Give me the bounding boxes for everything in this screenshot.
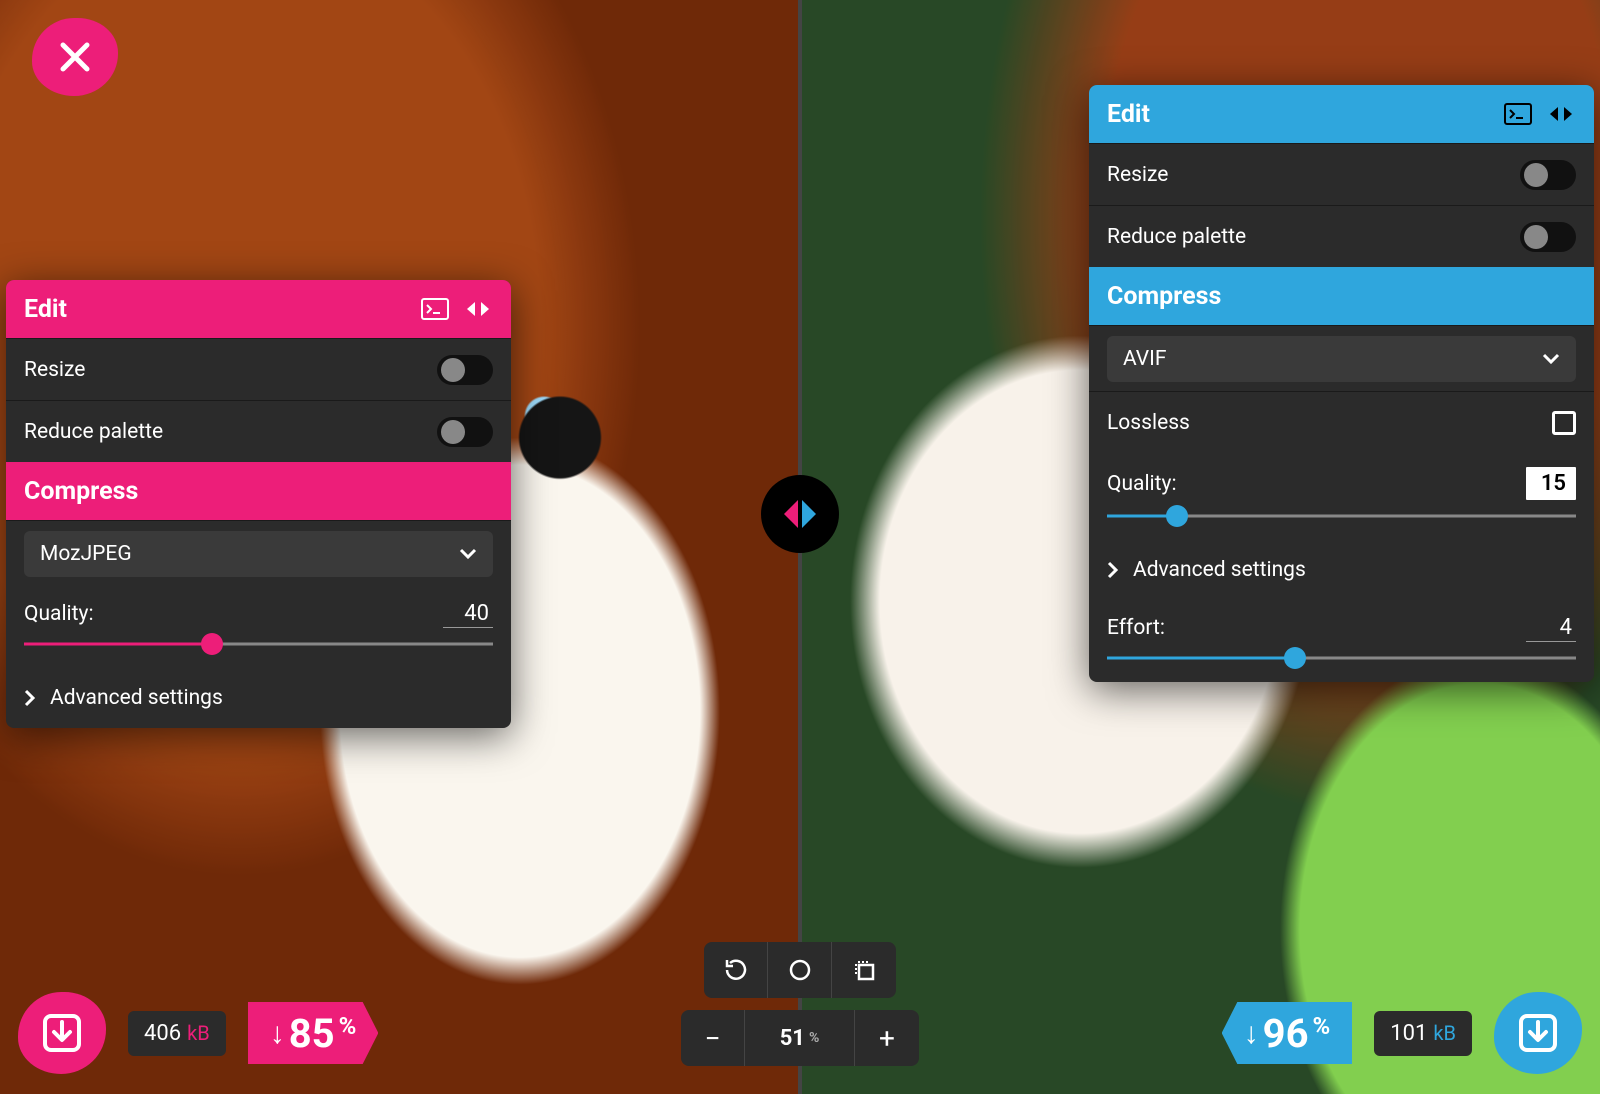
result-left: 406 kB ↓ 85 %: [18, 992, 378, 1074]
codec-value: MozJPEG: [40, 542, 132, 566]
edit-header-left: Edit: [6, 280, 511, 338]
close-icon: [55, 37, 95, 77]
filesize-unit: kB: [187, 1021, 210, 1045]
view-controls: [704, 942, 896, 998]
panel-right: Edit Resize Reduce palette Compress AVIF…: [1089, 85, 1594, 682]
percent-sign: %: [1313, 1012, 1331, 1040]
down-arrow-icon: ↓: [1244, 1016, 1259, 1051]
resize-label: Resize: [24, 358, 85, 382]
zoom-value: 51: [780, 1026, 805, 1051]
reduce-palette-row-right: Reduce palette: [1089, 205, 1594, 267]
filesize-value: 101: [1390, 1021, 1427, 1046]
circle-icon: [787, 957, 813, 983]
edit-title: Edit: [24, 295, 67, 324]
chevron-down-icon: [459, 548, 477, 560]
compress-header-left: Compress: [6, 462, 511, 520]
zoom-percent: %: [809, 1030, 819, 1046]
zoom-controls: − 51 % +: [681, 1010, 919, 1066]
chevron-right-icon: [1107, 561, 1119, 579]
crop-icon: [851, 957, 877, 983]
resize-row-left: Resize: [6, 338, 511, 400]
split-arrows-icon: [772, 486, 828, 542]
collapse-icon[interactable]: [463, 298, 493, 320]
reduce-palette-label: Reduce palette: [24, 420, 163, 444]
quality-value-right[interactable]: 15: [1526, 467, 1576, 500]
zoom-in-button[interactable]: +: [855, 1010, 919, 1066]
compress-title: Compress: [24, 477, 138, 506]
down-arrow-icon: ↓: [270, 1016, 285, 1051]
cli-icon[interactable]: [1504, 103, 1532, 125]
background-toggle-button[interactable]: [768, 942, 832, 998]
download-button-left[interactable]: [18, 992, 106, 1074]
reduce-palette-row-left: Reduce palette: [6, 400, 511, 462]
collapse-icon[interactable]: [1546, 103, 1576, 125]
lossless-label: Lossless: [1107, 411, 1190, 435]
chevron-right-icon: [24, 689, 36, 707]
reduction-value: 85: [289, 1010, 335, 1057]
codec-select-left[interactable]: MozJPEG: [24, 531, 493, 577]
resize-toggle-left[interactable]: [437, 355, 493, 385]
download-icon: [1515, 1010, 1561, 1056]
effort-label: Effort:: [1107, 616, 1165, 640]
download-button-right[interactable]: [1494, 992, 1582, 1074]
codec-row-left: MozJPEG: [6, 520, 511, 586]
cli-icon[interactable]: [421, 298, 449, 320]
advanced-settings-left[interactable]: Advanced settings: [6, 668, 511, 728]
quality-label: Quality:: [1107, 472, 1177, 496]
lossless-row: Lossless: [1089, 391, 1594, 453]
codec-row-right: AVIF: [1089, 325, 1594, 391]
filesize-value: 406: [144, 1021, 181, 1046]
filesize-right: 101 kB: [1374, 1011, 1472, 1056]
effort-slider[interactable]: [1107, 648, 1576, 668]
reduce-palette-toggle-right[interactable]: [1520, 222, 1576, 252]
lossless-checkbox[interactable]: [1552, 411, 1576, 435]
resize-label: Resize: [1107, 163, 1168, 187]
quality-slider-right[interactable]: [1107, 506, 1576, 526]
rotate-icon: [723, 957, 749, 983]
effort-row: Effort: 4: [1089, 600, 1594, 668]
quality-row-left: Quality: 40: [6, 586, 511, 654]
edit-title: Edit: [1107, 100, 1150, 129]
resize-row-right: Resize: [1089, 143, 1594, 205]
quality-value-left[interactable]: 40: [443, 600, 493, 628]
reduction-left: ↓ 85 %: [248, 1002, 379, 1064]
panel-left: Edit Resize Reduce palette Compress MozJ…: [6, 280, 511, 728]
compress-title: Compress: [1107, 282, 1221, 311]
filesize-unit: kB: [1433, 1021, 1456, 1045]
reduce-palette-toggle-left[interactable]: [437, 417, 493, 447]
codec-select-right[interactable]: AVIF: [1107, 336, 1576, 382]
reduce-palette-label: Reduce palette: [1107, 225, 1246, 249]
chevron-down-icon: [1542, 353, 1560, 365]
advanced-settings-right[interactable]: Advanced settings: [1089, 540, 1594, 600]
result-right: 101 kB ↓ 96 %: [1222, 992, 1582, 1074]
reduction-right: ↓ 96 %: [1222, 1002, 1353, 1064]
zoom-out-button[interactable]: −: [681, 1010, 745, 1066]
reduction-value: 96: [1263, 1010, 1309, 1057]
comparison-handle[interactable]: [761, 475, 839, 553]
edit-header-right: Edit: [1089, 85, 1594, 143]
filesize-left: 406 kB: [128, 1011, 226, 1056]
effort-value[interactable]: 4: [1526, 614, 1576, 642]
percent-sign: %: [339, 1012, 357, 1040]
quality-row-right: Quality: 15: [1089, 453, 1594, 526]
download-icon: [39, 1010, 85, 1056]
transform-button[interactable]: [832, 942, 896, 998]
compress-header-right: Compress: [1089, 267, 1594, 325]
codec-value: AVIF: [1123, 347, 1167, 371]
resize-toggle-right[interactable]: [1520, 160, 1576, 190]
rotate-button[interactable]: [704, 942, 768, 998]
zoom-display[interactable]: 51 %: [745, 1010, 855, 1066]
quality-slider-left[interactable]: [24, 634, 493, 654]
advanced-label: Advanced settings: [1133, 558, 1306, 582]
advanced-label: Advanced settings: [50, 686, 223, 710]
quality-label: Quality:: [24, 602, 94, 626]
